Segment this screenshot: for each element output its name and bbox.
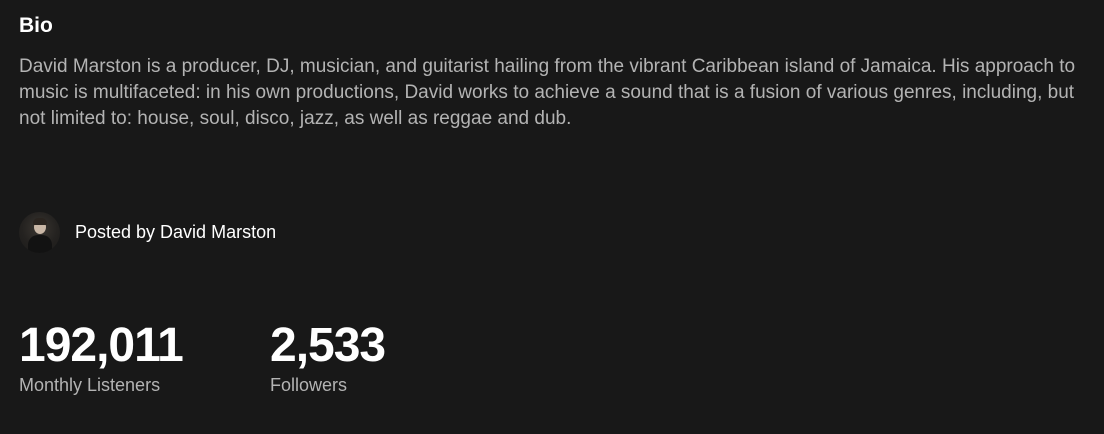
bio-heading: Bio [19, 14, 53, 37]
posted-by-label[interactable]: Posted by David Marston [75, 220, 276, 244]
monthly-listeners-stat: 192,011 Monthly Listeners [19, 318, 184, 396]
followers-value: 2,533 [270, 319, 386, 372]
posted-by-row[interactable]: Posted by David Marston [19, 211, 276, 253]
monthly-listeners-value: 192,011 [19, 319, 184, 372]
artist-avatar[interactable] [19, 211, 60, 253]
followers-stat: 2,533 Followers [270, 318, 386, 396]
avatar-body-shape [28, 234, 52, 253]
followers-label: Followers [270, 375, 348, 395]
bio-text: David Marston is a producer, DJ, musicia… [19, 56, 1076, 129]
avatar-hair-shape [33, 217, 47, 225]
monthly-listeners-label: Monthly Listeners [19, 375, 161, 395]
